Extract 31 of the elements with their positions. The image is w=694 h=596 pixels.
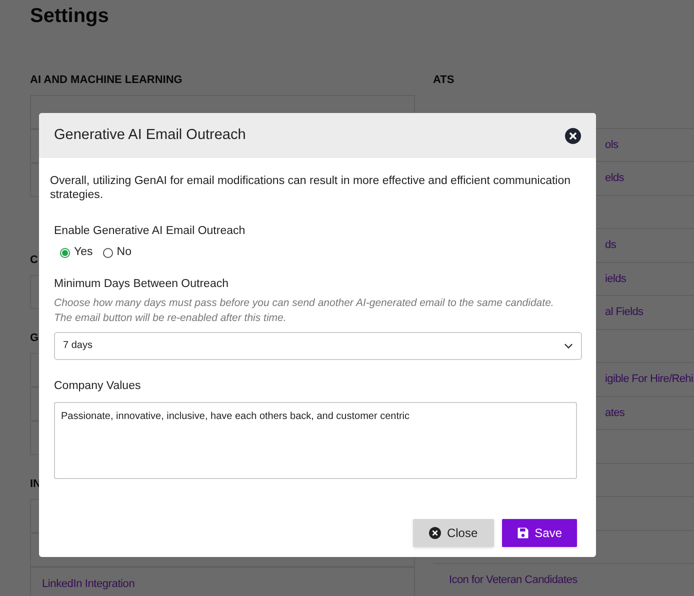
settings-link[interactable]: elds [605,170,624,186]
field-label: Company Values [54,378,141,394]
close-button[interactable] [565,128,581,144]
page-title: Settings [30,4,109,29]
section-heading: AI AND MACHINE LEARNING [30,73,182,88]
save-button[interactable]: Save [502,519,577,547]
save-icon [516,527,529,539]
help-text: Choose how many days must pass before you can send another AI-generated email to the same candidate. The email button will be re-enabled after this time. [54,296,555,326]
close-button[interactable]: Close [412,519,494,547]
radio-option[interactable]: No [102,244,132,262]
settings-link[interactable]: ates [605,404,625,421]
close-icon [428,527,441,539]
settings-link[interactable]: ields [605,270,626,287]
modal-title: Generative AI Email Outreach [54,126,246,145]
close-icon [565,128,581,144]
company-values-textarea[interactable]: Passionate, innovative, inclusive, have each others back, and customer centric [54,402,577,479]
settings-link[interactable]: LinkedIn Integration [42,576,135,592]
description-text: Overall, utilizing GenAI for email modifications can result in more effective and efficient communication strategies. [50,174,572,202]
field-label: Enable Generative AI Email Outreach [54,224,246,239]
settings-link[interactable]: Icon for Veteran Candidates [449,572,578,588]
section-heading: ATS [433,73,454,88]
days-select[interactable]: 7 days [54,332,582,360]
section-heading: G [30,331,39,346]
section-heading: C [30,253,38,268]
settings-link[interactable]: igible For Hire/Rehi [605,371,694,388]
field-label: Minimum Days Between Outreach [54,276,228,292]
settings-link[interactable]: ols [605,136,618,153]
chevron-down-icon [564,342,573,349]
settings-link[interactable]: ds [605,237,616,254]
settings-link[interactable]: al Fields [605,304,644,320]
radio-option[interactable]: Yes [60,244,93,262]
